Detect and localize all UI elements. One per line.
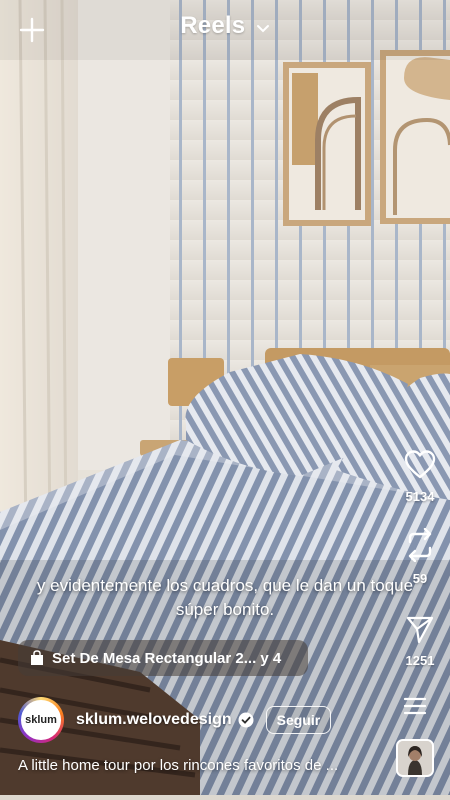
avatar-logo: sklum — [21, 700, 61, 740]
reels-header: Reels — [0, 0, 450, 60]
chevron-down-icon — [256, 24, 269, 33]
product-label: Set De Mesa Rectangular 2... y 4 — [52, 649, 282, 667]
avatar[interactable]: sklum — [18, 697, 64, 743]
verified-badge-icon — [238, 712, 254, 728]
account-row: sklum sklum.welovedesign Seguir — [18, 697, 332, 743]
menu-icon[interactable] — [402, 695, 428, 717]
repeat-icon — [408, 527, 432, 563]
share-button[interactable]: 1251 — [390, 614, 450, 668]
like-button[interactable]: 5134 — [390, 450, 450, 504]
reel-caption[interactable]: A little home tour por los rincones favo… — [18, 757, 378, 774]
video-subtitle: y evidentemente los cuadros, que le dan … — [36, 576, 414, 619]
follow-button[interactable]: Seguir — [265, 706, 332, 734]
audio-track-thumbnail[interactable] — [396, 739, 434, 777]
like-count: 5134 — [405, 489, 435, 504]
heart-icon — [404, 450, 436, 479]
share-count: 1251 — [405, 653, 435, 668]
account-handle[interactable]: sklum.welovedesign — [76, 711, 232, 729]
shopping-bag-icon — [31, 650, 43, 665]
page-title: Reels — [180, 12, 246, 39]
product-tag-button[interactable]: Set De Mesa Rectangular 2... y 4 — [18, 640, 308, 676]
reels-title-dropdown[interactable]: Reels — [0, 12, 450, 40]
